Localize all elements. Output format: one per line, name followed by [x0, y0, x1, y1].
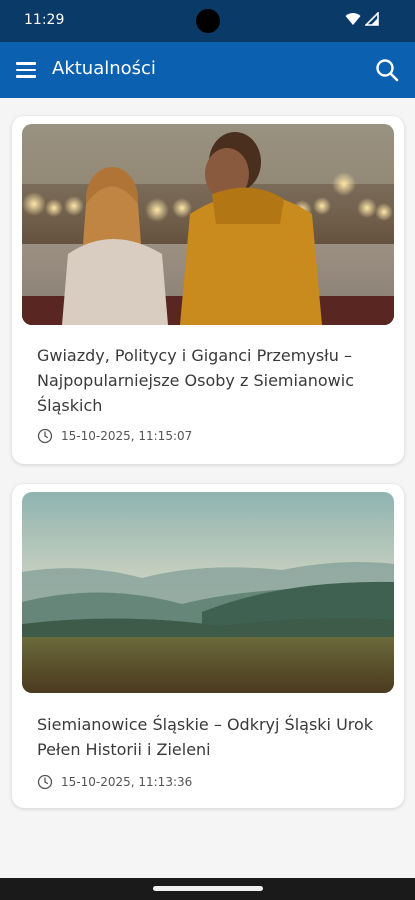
clock-icon — [37, 428, 53, 444]
article-meta: 15-10-2025, 11:13:36 — [37, 774, 192, 790]
status-bar: 11:29 — [0, 0, 415, 42]
status-icons — [345, 12, 379, 26]
camera-cutout — [196, 9, 220, 33]
search-icon[interactable] — [373, 56, 401, 84]
home-indicator[interactable] — [153, 886, 263, 891]
hamburger-menu-icon[interactable] — [14, 58, 40, 82]
status-time: 11:29 — [24, 12, 65, 28]
couple-at-christmas-market-photo — [22, 124, 394, 325]
article-date: 15-10-2025, 11:15:07 — [61, 429, 193, 443]
misty-hills-landscape-photo — [22, 492, 394, 693]
article-card[interactable]: Gwiazdy, Politycy i Giganci Przemysłu – … — [12, 116, 404, 464]
article-title: Gwiazdy, Politycy i Giganci Przemysłu – … — [37, 346, 354, 415]
page-title: Aktualności — [52, 58, 156, 79]
article-card[interactable]: Siemianowice Śląskie – Odkryj Śląski Uro… — [12, 484, 404, 808]
wifi-icon — [345, 13, 361, 25]
news-list: Gwiazdy, Politycy i Giganci Przemysłu – … — [0, 98, 415, 878]
article-meta: 15-10-2025, 11:15:07 — [37, 428, 192, 444]
article-title: Siemianowice Śląskie – Odkryj Śląski Uro… — [37, 715, 374, 759]
system-navigation-bar — [0, 878, 415, 900]
article-date: 15-10-2025, 11:13:36 — [61, 775, 193, 789]
clock-icon — [37, 774, 53, 790]
app-bar: Aktualności — [0, 42, 415, 98]
cellular-signal-icon — [365, 12, 379, 26]
